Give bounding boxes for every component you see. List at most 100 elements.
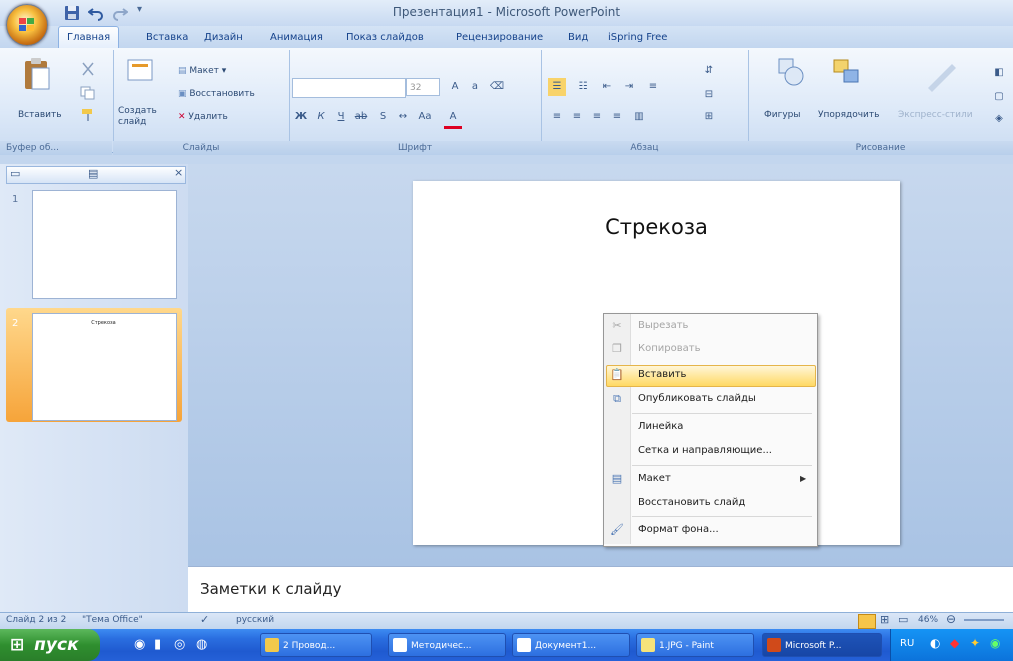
font-group-label: Шрифт: [289, 141, 541, 155]
layout-icon: ▤: [178, 66, 190, 76]
tab-view[interactable]: Вид: [560, 28, 596, 48]
italic-icon[interactable]: К: [312, 108, 330, 126]
quick-styles-icon[interactable]: [922, 58, 962, 92]
shadow-icon[interactable]: S: [374, 108, 392, 126]
clipboard-group-label: Буфер об...: [0, 141, 112, 155]
tab-home[interactable]: Главная: [58, 26, 120, 49]
line-spacing-icon[interactable]: ≡: [644, 78, 662, 96]
align-left-icon[interactable]: ≡: [548, 108, 566, 126]
shape-fill-icon[interactable]: ◧: [990, 64, 1008, 82]
submenu-arrow-icon: ▶: [800, 474, 807, 483]
language-indicator[interactable]: RU: [900, 638, 914, 649]
numbering-icon[interactable]: ☷: [574, 78, 592, 96]
shape-effects-icon[interactable]: ◈: [990, 110, 1008, 128]
menu-item-publish[interactable]: Опубликовать слайды: [630, 388, 814, 410]
tray-icon[interactable]: ◉: [990, 636, 1000, 650]
taskbar-item-active[interactable]: Microsoft P...: [762, 633, 882, 657]
start-button[interactable]: ⊞ пуск: [0, 629, 100, 661]
tab-design[interactable]: Дизайн: [196, 28, 251, 48]
scissors-icon: ✂: [612, 319, 622, 332]
windows-logo-icon: ⊞: [10, 635, 25, 655]
menu-item-ruler[interactable]: Линейка: [630, 416, 814, 438]
taskbar-item[interactable]: Методичес...: [388, 633, 506, 657]
font-color-icon[interactable]: A: [444, 108, 462, 129]
slide-thumbnail-1[interactable]: [32, 190, 177, 299]
tab-slideshow[interactable]: Показ слайдов: [338, 28, 432, 48]
quicklaunch-icon[interactable]: ◉: [134, 637, 145, 652]
slide-thumbnail-2[interactable]: [32, 313, 177, 421]
reset-button[interactable]: ▣ Восстановить: [178, 89, 255, 99]
paste-button[interactable]: Вставить: [18, 110, 62, 120]
slide-title[interactable]: Стрекоза: [413, 215, 900, 239]
columns-icon[interactable]: ▥: [630, 108, 648, 126]
align-text-icon[interactable]: ⊟: [700, 86, 718, 104]
slides-tab-icon[interactable]: ▭: [10, 167, 20, 180]
underline-icon[interactable]: Ч: [332, 108, 350, 126]
menu-item-layout[interactable]: Макет: [630, 468, 814, 490]
change-case-icon[interactable]: Aa: [416, 108, 434, 126]
tab-ispring[interactable]: iSpring Free: [600, 28, 675, 48]
tray-icon[interactable]: ◆: [950, 636, 959, 650]
shrink-font-icon[interactable]: a: [466, 78, 484, 96]
strikethrough-icon[interactable]: ab: [352, 108, 370, 126]
zoom-level[interactable]: 46%: [918, 615, 938, 625]
normal-view-icon[interactable]: [858, 614, 876, 629]
new-slide-icon[interactable]: [126, 56, 156, 90]
layout-button[interactable]: ▤ Макет ▾: [178, 66, 226, 76]
text-direction-icon[interactable]: ⇵: [700, 62, 718, 80]
format-painter-icon[interactable]: [80, 108, 96, 122]
tray-icon[interactable]: ✦: [970, 636, 980, 650]
zoom-slider[interactable]: [964, 619, 1004, 621]
arrange-button[interactable]: Упорядочить: [818, 110, 879, 120]
menu-item-copy[interactable]: Копировать: [630, 338, 814, 360]
font-size-combo[interactable]: 32: [406, 78, 440, 96]
spellcheck-icon[interactable]: ✓: [200, 613, 209, 626]
tray-icon[interactable]: ◐: [930, 636, 940, 650]
close-panel-icon[interactable]: ×: [174, 166, 183, 179]
outline-tab-icon[interactable]: ▤: [88, 167, 98, 180]
font-name-combo[interactable]: [292, 78, 406, 98]
copy-icon: ❐: [612, 342, 622, 355]
copy-icon[interactable]: [80, 86, 96, 100]
arrange-icon[interactable]: [830, 56, 864, 90]
align-center-icon[interactable]: ≡: [568, 108, 586, 126]
taskbar-item[interactable]: Документ1...: [512, 633, 630, 657]
language-indicator[interactable]: русский: [236, 615, 274, 625]
grow-font-icon[interactable]: A: [446, 78, 464, 96]
delete-slide-button[interactable]: ✕ Удалить: [178, 112, 228, 122]
smartart-icon[interactable]: ⊞: [700, 108, 718, 126]
quicklaunch-icon[interactable]: ◎: [174, 637, 185, 652]
menu-item-cut[interactable]: Вырезать: [630, 315, 814, 337]
justify-icon[interactable]: ≡: [608, 108, 626, 126]
menu-item-paste[interactable]: Вставить: [630, 364, 814, 386]
tab-insert[interactable]: Вставка: [138, 28, 196, 48]
increase-indent-icon[interactable]: ⇥: [620, 78, 638, 96]
cut-icon[interactable]: [80, 62, 96, 76]
zoom-out-icon[interactable]: ⊖: [946, 612, 956, 626]
shapes-icon[interactable]: [776, 56, 806, 90]
taskbar-item[interactable]: 1.JPG - Paint: [636, 633, 754, 657]
quick-styles-button[interactable]: Экспресс-стили: [898, 110, 973, 120]
slideshow-view-icon[interactable]: ▭: [898, 613, 908, 626]
menu-item-format-background[interactable]: Формат фона...: [630, 519, 814, 541]
quicklaunch-icon[interactable]: ◍: [196, 637, 207, 652]
clear-format-icon[interactable]: ⌫: [488, 78, 506, 96]
paste-icon[interactable]: [22, 56, 52, 92]
decrease-indent-icon[interactable]: ⇤: [598, 78, 616, 96]
bullets-icon[interactable]: ☰: [548, 78, 566, 96]
shape-outline-icon[interactable]: ▢: [990, 88, 1008, 106]
new-slide-button[interactable]: Создать слайд: [118, 106, 158, 128]
menu-item-grid[interactable]: Сетка и направляющие...: [630, 440, 814, 462]
tab-review[interactable]: Рецензирование: [448, 28, 551, 48]
spacing-icon[interactable]: ↔: [394, 108, 412, 126]
office-button[interactable]: [6, 4, 48, 46]
menu-item-reset-slide[interactable]: Восстановить слайд: [630, 492, 814, 514]
align-right-icon[interactable]: ≡: [588, 108, 606, 126]
shapes-button[interactable]: Фигуры: [764, 110, 800, 120]
tab-animation[interactable]: Анимация: [262, 28, 331, 48]
taskbar-item-label: Документ1...: [535, 641, 597, 651]
quicklaunch-icon[interactable]: ▮: [154, 637, 161, 652]
taskbar-item[interactable]: 2 Провод...: [260, 633, 372, 657]
sorter-view-icon[interactable]: ⊞: [880, 613, 889, 626]
bold-icon[interactable]: Ж: [292, 108, 310, 126]
